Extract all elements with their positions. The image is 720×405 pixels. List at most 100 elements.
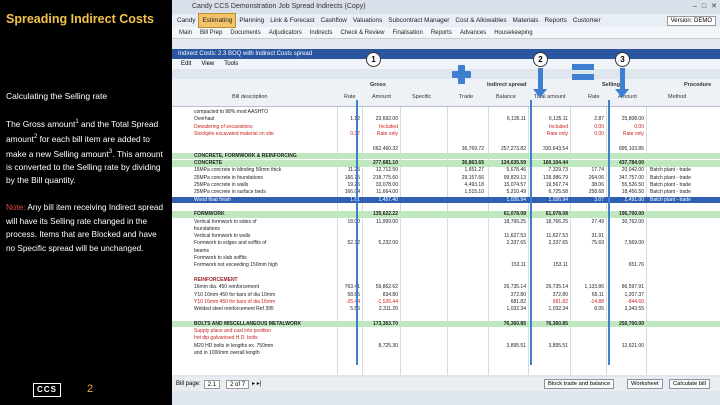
cell-tot: 160,104.44 bbox=[542, 160, 568, 167]
cell-tot: 19,567.74 bbox=[545, 182, 568, 188]
table-row[interactable]: Y10 16mm 450 for bars of dia 16mm -25.44-… bbox=[172, 299, 720, 306]
tab-cost-allowables[interactable]: Cost & Allowables bbox=[452, 14, 509, 27]
grid-header: Gross Indirect spread Selling Procedure … bbox=[172, 79, 720, 107]
col-header-selling-rate[interactable]: Rate bbox=[588, 94, 600, 100]
table-row[interactable]: CONCRETE 277,681.10 36,863.65 124,635.59 160… bbox=[172, 160, 720, 167]
tab-planning[interactable]: Planning bbox=[236, 14, 267, 27]
tab-valuations[interactable]: Valuations bbox=[350, 14, 385, 27]
cell-bal: 124,635.59 bbox=[500, 160, 526, 167]
table-row[interactable]: 662,460.32 36,769.72 257,273.82 330,643.54 8… bbox=[172, 146, 720, 153]
page-of-indicator: 2 of 7 bbox=[226, 379, 250, 389]
menu-check-review[interactable]: Check & Review bbox=[336, 27, 388, 38]
table-row[interactable]: Formwork to slab soffits bbox=[172, 255, 720, 262]
table-row[interactable]: FORMWORK 135,622.22 61,078.08 61,078.08 196,… bbox=[172, 211, 720, 218]
cell-d: 25MPa concrete in foundations bbox=[194, 174, 263, 181]
cell-tr: 36,769.72 bbox=[461, 145, 484, 152]
table-row[interactable]: Formwork not exceeding 150mm high 153.11 1… bbox=[172, 262, 720, 269]
table-row[interactable]: 25MPa concrete in foundations 166.75 218,7… bbox=[172, 175, 720, 182]
col-header-rate[interactable]: Rate bbox=[344, 94, 356, 100]
tab-customer[interactable]: Customer bbox=[570, 14, 604, 27]
menu-housekeeping[interactable]: Housekeeping bbox=[490, 27, 536, 38]
table-row[interactable]: Vertical formwork to sides of 18.00 11,999… bbox=[172, 219, 720, 226]
menu-advances[interactable]: Advances bbox=[456, 27, 490, 38]
pager-nav-buttons[interactable]: ▸ ▸| bbox=[252, 377, 261, 391]
tab-cashflow[interactable]: Cashflow bbox=[318, 14, 350, 27]
menu-adjudicators[interactable]: Adjudicators bbox=[265, 27, 306, 38]
table-row[interactable]: compacted to 98% mod AASHTO bbox=[172, 109, 720, 116]
minimize-icon[interactable]: – bbox=[693, 3, 697, 11]
menu-indirects[interactable]: Indirects bbox=[306, 27, 337, 38]
table-row[interactable]: Dewatering of excavations Included Include… bbox=[172, 124, 720, 131]
cell-srate: 31.91 bbox=[591, 233, 604, 240]
col-header-balance[interactable]: Balance bbox=[496, 94, 516, 100]
table-row[interactable]: Stockpile excavated material on site0.37… bbox=[172, 131, 720, 138]
docmenu-view[interactable]: View bbox=[196, 59, 219, 69]
table-row[interactable]: Vertical formwork to walls 11,627.53 11,62… bbox=[172, 233, 720, 240]
document-menu: Edit View Tools bbox=[172, 59, 720, 69]
cell-d: compacted to 98% mod AASHTO bbox=[194, 109, 269, 115]
cell-bal: 2,337.65 bbox=[506, 240, 526, 247]
group-header-selling: Selling bbox=[602, 82, 621, 88]
table-row[interactable]: 15MPa concrete in blinding 50mm thick 11.… bbox=[172, 167, 720, 174]
menu-documents[interactable]: Documents bbox=[226, 27, 264, 38]
cell-d: beams bbox=[194, 247, 210, 254]
calculate-bill-button[interactable]: Calculate bill bbox=[669, 379, 710, 389]
table-row[interactable]: 25MPa concrete in walls 19.25 33,078.00 4,4… bbox=[172, 182, 720, 189]
cell-bal: 18,766.25 bbox=[503, 218, 526, 225]
table-row[interactable]: BOLTS AND MISCELLANEOUS METALWORK 173,363… bbox=[172, 320, 720, 328]
docmenu-edit[interactable]: Edit bbox=[176, 59, 196, 69]
table-row[interactable]: 16mm dia. 450 reinforcement 763.41 59,862.… bbox=[172, 284, 720, 291]
table-row[interactable] bbox=[172, 204, 720, 211]
cell-samt: 30,762.00 bbox=[621, 218, 644, 225]
menu-reports[interactable]: Reports bbox=[427, 27, 456, 38]
table-row[interactable]: and in 1000mm overall length bbox=[172, 350, 720, 357]
col-header-desc[interactable]: Bill description bbox=[232, 94, 267, 100]
menu-bill-prep[interactable]: Bill Prep bbox=[196, 27, 226, 38]
bill-page-input[interactable]: 2.1 bbox=[203, 379, 221, 389]
para-part-a: The Gross amount bbox=[6, 118, 76, 129]
table-row[interactable]: foundations bbox=[172, 226, 720, 233]
table-row[interactable]: M20 HD bolts in lengths ex. 750mm 8,725.3… bbox=[172, 343, 720, 350]
cell-tot: 1,026.94 bbox=[548, 196, 568, 203]
menu-main[interactable]: Main bbox=[175, 27, 196, 38]
group-header-gross: Gross bbox=[370, 82, 386, 88]
table-row[interactable]: Overhaul1.1223,692.006,135.116,135.112.8… bbox=[172, 116, 720, 123]
menu-finalisation[interactable]: Finalisation bbox=[388, 27, 426, 38]
cell-amt: 173,363.70 bbox=[372, 320, 398, 327]
table-row[interactable]: REINFORCEMENT bbox=[172, 277, 720, 284]
cell-d: REINFORCEMENT bbox=[194, 276, 238, 283]
cell-amt: 11,999.00 bbox=[376, 218, 398, 225]
table-row[interactable]: CONCRETE, FORMWORK & REINFORCING bbox=[172, 152, 720, 160]
table-row[interactable]: Welded steel reinforcement Ref 3955.562,… bbox=[172, 306, 720, 313]
cell-amt: 8,725.30 bbox=[378, 342, 398, 349]
close-icon[interactable]: ✕ bbox=[711, 3, 717, 11]
tab-reports[interactable]: Reports bbox=[541, 14, 569, 27]
cell-bal: 5,210.49 bbox=[506, 189, 526, 196]
table-row[interactable]: hot dip galvanised H.D. bolts bbox=[172, 335, 720, 342]
col-header-specific[interactable]: Specific bbox=[412, 94, 431, 100]
table-row[interactable]: 25MPa concrete in surface beds 166.04 11,6… bbox=[172, 189, 720, 196]
gross-amount-guide bbox=[356, 100, 358, 365]
table-row[interactable]: Supply place and cast into position bbox=[172, 328, 720, 335]
tab-link-forecast[interactable]: Link & Forecast bbox=[267, 14, 317, 27]
tab-estimating[interactable]: Estimating bbox=[198, 13, 237, 28]
docmenu-tools[interactable]: Tools bbox=[219, 59, 243, 69]
table-row[interactable]: Formwork to edges and soffits of 52.32 5,2… bbox=[172, 240, 720, 247]
col-header-trade[interactable]: Trade bbox=[459, 94, 473, 100]
pager-label: Bill page: bbox=[176, 381, 201, 387]
cell-d: Stockpile excavated material on site bbox=[194, 130, 274, 137]
table-row[interactable]: Y10 16mm 450 for bars of dia 10mm 58.85 83… bbox=[172, 292, 720, 299]
worksheet-button[interactable]: Worksheet bbox=[627, 379, 663, 389]
table-row[interactable] bbox=[172, 270, 720, 277]
tab-materials[interactable]: Materials bbox=[510, 14, 542, 27]
tab-subcontract-manager[interactable]: Subcontract Manager bbox=[385, 14, 452, 27]
table-row[interactable] bbox=[172, 313, 720, 320]
table-row[interactable] bbox=[172, 138, 720, 145]
col-header-method[interactable]: Method bbox=[668, 94, 686, 100]
tab-candy[interactable]: Candy bbox=[174, 14, 198, 27]
block-trade-balance-button[interactable]: Block trade and balance bbox=[544, 379, 615, 389]
table-row[interactable]: beams bbox=[172, 248, 720, 255]
maximize-icon[interactable]: □ bbox=[702, 3, 706, 11]
table-row[interactable]: Wood float finish1.811,457.401,026.941,0… bbox=[172, 196, 720, 204]
col-header-amount[interactable]: Amount bbox=[372, 94, 391, 100]
